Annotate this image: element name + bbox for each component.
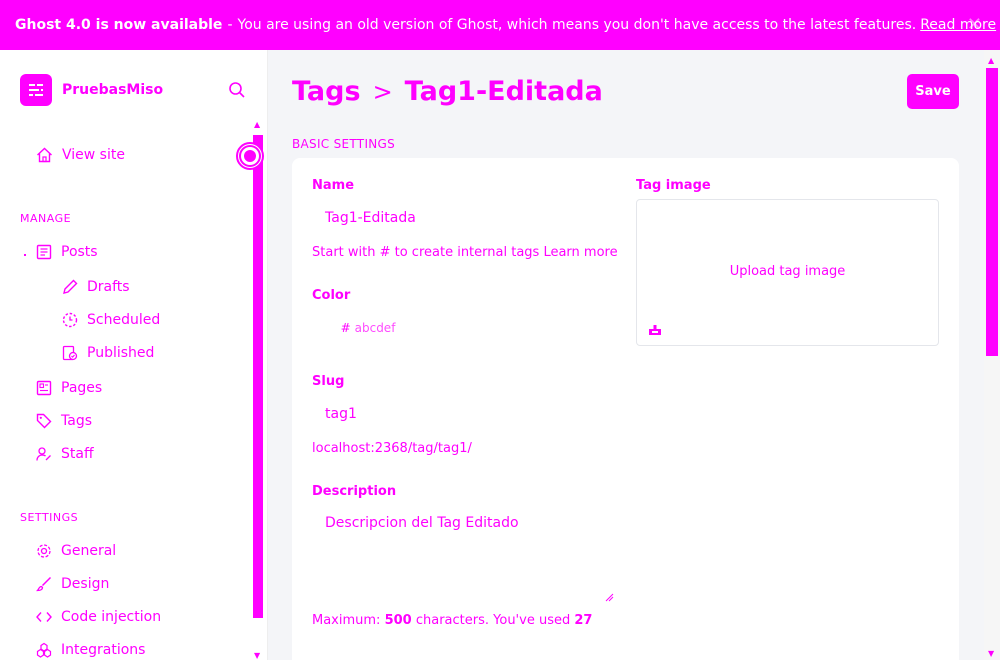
sidebar-item-label: Code injection	[61, 609, 162, 625]
sidebar-item-pages[interactable]: Pages	[36, 380, 102, 396]
save-button[interactable]: Save	[907, 74, 959, 109]
banner-read-more-link[interactable]: Read more	[920, 17, 996, 33]
slug-field-value: tag1	[325, 406, 357, 422]
sidebar-item-general[interactable]: General	[36, 543, 116, 559]
scroll-down-arrow-icon[interactable]: ▼	[254, 651, 260, 660]
sidebar-item-published[interactable]: Published	[62, 345, 154, 361]
color-hash: #	[340, 321, 351, 335]
sidebar-item-label: Design	[61, 576, 110, 592]
description-field[interactable]: Descripcion del Tag Editado	[312, 507, 615, 603]
sidebar-item-integrations[interactable]: Integrations	[36, 642, 145, 658]
sidebar-item-tags[interactable]: Tags	[36, 413, 92, 429]
page-scroll-thumb[interactable]	[986, 68, 998, 356]
sidebar-item-label: Posts	[61, 244, 98, 260]
update-banner: Ghost 4.0 is now available - You are usi…	[0, 0, 1000, 50]
sidebar-item-code-injection[interactable]: Code injection	[36, 609, 161, 625]
page-scroll-down-icon[interactable]: ▼	[988, 649, 994, 658]
sidebar-scrollbar[interactable]: ▲ ▼	[251, 120, 265, 660]
upload-tag-image-button[interactable]: Upload tag image	[637, 264, 938, 279]
integrations-icon	[36, 642, 52, 658]
name-help-text: Start with # to create internal tags Lea…	[312, 245, 618, 260]
pencil-icon	[63, 279, 78, 294]
brand[interactable]: PruebasMiso	[20, 74, 163, 106]
staff-icon	[36, 447, 51, 461]
sidebar-item-label: Drafts	[87, 279, 130, 295]
sidebar-item-drafts[interactable]: Drafts	[62, 279, 130, 295]
sidebar-item-label: Published	[87, 345, 155, 361]
section-manage: MANAGE	[20, 212, 72, 225]
scroll-up-arrow-icon[interactable]: ▲	[254, 120, 260, 129]
resize-handle-icon[interactable]	[605, 593, 614, 602]
desc-help-prefix: Maximum:	[312, 613, 381, 628]
sidebar-item-design[interactable]: Design	[36, 576, 109, 592]
name-field-value: Tag1-Editada	[325, 210, 416, 226]
color-field[interactable]: # abcdef	[312, 309, 424, 347]
gear-icon	[37, 544, 51, 558]
breadcrumb: Tags > Tag1-Editada	[292, 76, 603, 107]
sidebar-item-posts[interactable]: Posts	[36, 244, 98, 260]
site-name: PruebasMiso	[62, 82, 164, 98]
code-icon	[36, 612, 52, 622]
name-field[interactable]: Tag1-Editada	[312, 199, 615, 237]
section-title: BASIC SETTINGS	[292, 137, 396, 151]
sidebar-item-staff[interactable]: Staff	[36, 446, 94, 462]
sidebar-item-label: Pages	[61, 380, 103, 396]
desc-help-max: 500	[384, 613, 412, 628]
search-icon[interactable]	[228, 81, 246, 103]
desc-help-used: 27	[574, 613, 593, 628]
clock-icon	[62, 312, 78, 328]
home-icon	[37, 147, 52, 163]
slug-label: Slug	[312, 374, 345, 389]
banner-separator: -	[227, 17, 233, 33]
sidebar-item-label: General	[61, 543, 117, 559]
published-icon	[62, 345, 78, 361]
tag-settings-card: Name Tag1-Editada Start with # to create…	[292, 158, 959, 660]
tag-image-uploader[interactable]: Upload tag image	[636, 199, 939, 346]
breadcrumb-tags-link[interactable]: Tags	[292, 76, 361, 107]
sidebar-scroll-thumb[interactable]	[253, 135, 263, 618]
description-label: Description	[312, 484, 397, 499]
sidebar-item-label: Tags	[61, 413, 92, 429]
color-placeholder: abcdef	[354, 321, 396, 335]
slug-url: localhost:2368/tag/tag1/	[312, 441, 472, 456]
name-label: Name	[312, 178, 355, 193]
section-settings: SETTINGS	[20, 511, 79, 524]
target-icon	[236, 142, 264, 170]
chevron-right-icon: >	[372, 77, 393, 106]
description-help-text: Maximum: 500 characters. You've used 27	[312, 613, 592, 628]
sidebar-item-view-site[interactable]: View site	[36, 147, 125, 163]
tag-image-label: Tag image	[636, 178, 711, 193]
page-scrollbar[interactable]: ▲ ▼	[984, 50, 1000, 660]
pages-icon	[36, 380, 52, 396]
tag-icon	[36, 413, 52, 429]
slug-field[interactable]: tag1	[312, 395, 615, 433]
color-label: Color	[312, 288, 351, 303]
sidebar-item-label: View site	[62, 147, 125, 163]
banner-title: Ghost 4.0 is now available	[15, 17, 223, 33]
desc-help-middle: characters. You've used	[415, 613, 571, 628]
brush-icon	[36, 576, 52, 592]
page-scroll-up-icon[interactable]: ▲	[988, 56, 994, 65]
banner-message: You are using an old version of Ghost, w…	[237, 17, 917, 33]
main-content: Tags > Tag1-Editada Save BASIC SETTINGS …	[268, 50, 984, 660]
close-icon[interactable]: ✕	[967, 14, 982, 35]
sidebar-item-label: Staff	[61, 446, 94, 462]
description-field-value: Descripcion del Tag Editado	[325, 515, 519, 531]
sidebar-item-label: Integrations	[61, 642, 146, 658]
sidebar-item-scheduled[interactable]: Scheduled	[62, 312, 160, 328]
ghost-logo-icon	[20, 74, 52, 106]
posts-icon	[36, 244, 52, 260]
page-title: Tag1-Editada	[404, 76, 603, 107]
sidebar-item-label: Scheduled	[87, 312, 161, 328]
sidebar: PruebasMiso View site MANAGE Posts Draft…	[0, 50, 268, 660]
posts-expand-dot	[24, 254, 26, 256]
image-upload-icon[interactable]	[648, 321, 662, 340]
